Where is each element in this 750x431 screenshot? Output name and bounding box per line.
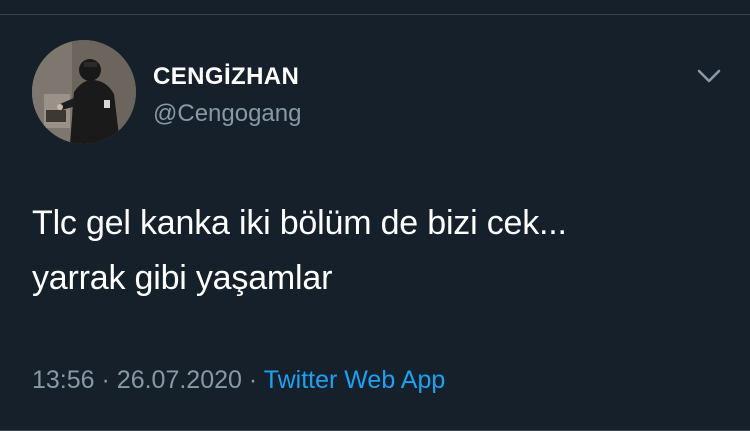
tweet-date[interactable]: 26.07.2020	[117, 366, 242, 394]
top-divider	[0, 14, 750, 15]
user-handle[interactable]: @Cengogang	[153, 100, 301, 128]
tweet-source-link[interactable]: Twitter Web App	[264, 366, 446, 394]
tweet-metadata: 13:56 · 26.07.2020 · Twitter Web App	[32, 366, 445, 395]
avatar-photo	[32, 40, 136, 144]
tweet-text: Tlc gel kanka iki bölüm de bizi cek... y…	[32, 196, 722, 306]
display-name[interactable]: CENGİZHAN	[153, 63, 299, 91]
chevron-down-icon[interactable]	[692, 64, 726, 88]
tweet-time[interactable]: 13:56	[32, 366, 95, 394]
meta-separator: ·	[101, 366, 110, 394]
meta-separator: ·	[248, 366, 258, 394]
avatar[interactable]	[32, 40, 136, 144]
tweet-card: CENGİZHAN @Cengogang Tlc gel kanka iki b…	[0, 0, 750, 431]
tweet-text-line: yarrak gibi yaşamlar	[32, 259, 333, 297]
tweet-text-line: Tlc gel kanka iki bölüm de bizi cek...	[32, 204, 567, 242]
